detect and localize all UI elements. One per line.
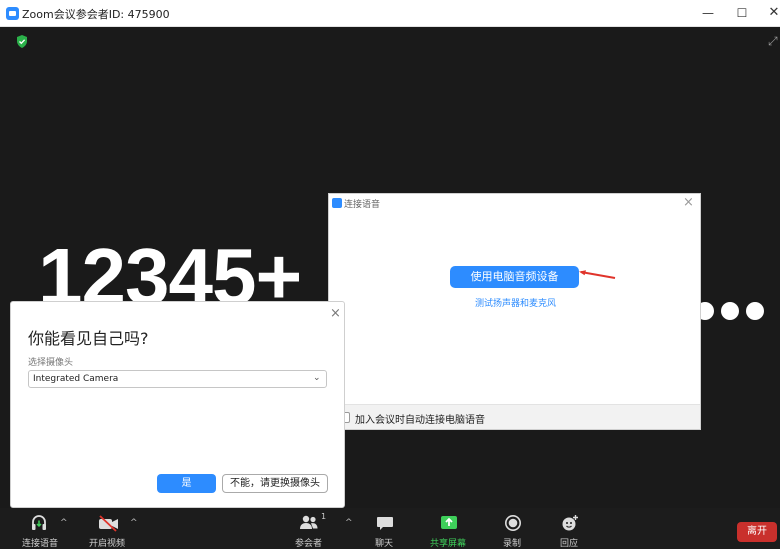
share-button-label: 共享屏幕 <box>430 539 467 549</box>
audio-dialog-close-button[interactable]: × <box>683 195 694 210</box>
fullscreen-icon[interactable]: ⤢ <box>768 34 778 49</box>
meeting-toolbar: ^ 连接语音 ^ 开启视频 1 ^ 参会者 聊天 共享屏幕 录制 回应 离开 <box>0 508 780 549</box>
audio-options-caret[interactable]: ^ <box>60 518 68 528</box>
auto-connect-label[interactable]: 加入会议时自动连接电脑语音 <box>355 411 485 426</box>
minimize-button[interactable]: — <box>698 4 718 22</box>
record-button-label: 录制 <box>503 539 522 549</box>
zoom-app-icon <box>332 198 342 208</box>
record-icon <box>505 515 521 531</box>
start-video-button[interactable]: ^ 开启视频 <box>86 508 144 549</box>
test-speaker-mic-link[interactable]: 测试扬声器和麦克风 <box>475 296 556 309</box>
video-button-label: 开启视频 <box>89 539 126 549</box>
share-screen-icon <box>441 516 457 529</box>
chevron-down-icon: ⌄ <box>313 373 321 383</box>
reactions-button-label: 回应 <box>560 539 579 549</box>
participants-count: 1 <box>321 512 327 521</box>
join-computer-audio-button[interactable]: 使用电脑音频设备 <box>450 266 579 288</box>
close-button[interactable]: ✕ <box>764 4 780 22</box>
shield-icon[interactable] <box>16 35 28 48</box>
record-button[interactable]: 录制 <box>500 508 526 549</box>
window-title: Zoom会议参会者ID: 475900 <box>22 8 170 21</box>
camera-check-dialog: × 你能看见自己吗? 选择摄像头 Integrated Camera ⌄ 是 不… <box>10 301 345 508</box>
audio-dialog-title: 连接语音 <box>344 200 381 210</box>
camera-dialog-title: 你能看见自己吗? <box>28 329 149 348</box>
leave-meeting-button[interactable]: 离开 <box>737 522 777 542</box>
audio-dialog-header: 连接语音 × <box>329 194 700 212</box>
change-camera-button[interactable]: 不能，请更换摄像头 <box>222 474 328 493</box>
zoom-app-icon <box>6 7 19 20</box>
participants-button-label: 参会者 <box>295 539 323 549</box>
connect-audio-dialog: 连接语音 × 使用电脑音频设备 测试扬声器和麦克风 加入会议时自动连接电脑语音 <box>328 193 701 430</box>
video-off-icon <box>99 515 118 532</box>
participants-options-caret[interactable]: ^ <box>345 518 353 528</box>
maximize-button[interactable]: ☐ <box>732 4 752 22</box>
chat-button-label: 聊天 <box>375 539 394 549</box>
connect-audio-button[interactable]: ^ 连接语音 <box>16 508 74 549</box>
annotation-arrow-icon <box>579 270 616 279</box>
camera-select-label: 选择摄像头 <box>28 358 74 368</box>
zoom-meeting-window: Zoom会议参会者ID: 475900 — ☐ ✕ ⤢ 12345+ 连接语音 … <box>0 0 780 549</box>
audio-dialog-footer: 加入会议时自动连接电脑语音 <box>329 404 700 429</box>
share-screen-button[interactable]: 共享屏幕 <box>428 508 470 549</box>
smiley-icon <box>562 515 578 531</box>
camera-dialog-close-button[interactable]: × <box>330 306 341 321</box>
reactions-button[interactable]: 回应 <box>557 508 583 549</box>
participants-icon <box>300 515 318 529</box>
video-options-caret[interactable]: ^ <box>130 518 138 528</box>
more-options-icon <box>696 302 766 322</box>
camera-select-value: Integrated Camera <box>33 374 119 384</box>
chat-icon <box>377 517 393 530</box>
title-bar: Zoom会议参会者ID: 475900 — ☐ ✕ <box>0 0 780 27</box>
audio-button-label: 连接语音 <box>22 539 59 549</box>
headphone-icon <box>32 515 46 530</box>
camera-select[interactable]: Integrated Camera ⌄ <box>28 370 327 388</box>
chat-button[interactable]: 聊天 <box>372 508 398 549</box>
participants-button[interactable]: 1 ^ 参会者 <box>289 508 355 549</box>
camera-yes-button[interactable]: 是 <box>157 474 216 493</box>
